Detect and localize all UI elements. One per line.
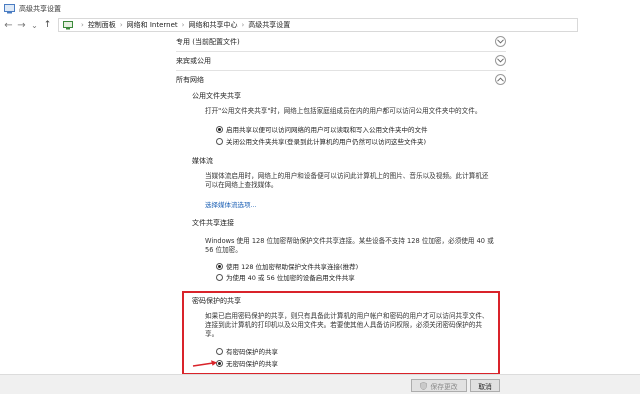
profile-guest-public[interactable]: 来宾或公用 xyxy=(176,52,506,69)
radio-button[interactable] xyxy=(216,273,223,281)
back-button[interactable]: ← xyxy=(2,18,15,32)
breadcrumb-control-panel[interactable]: 控制面板 xyxy=(88,20,116,30)
address-bar[interactable]: › 控制面板 › 网络和 Internet › 网络和共享中心 › 高级共享设置 xyxy=(58,18,578,32)
up-button[interactable]: ↑ xyxy=(41,18,54,32)
public-folder-off-option[interactable]: 关闭公用文件夹共享(登录到此计算机的用户仍然可以访问这些文件夹) xyxy=(216,136,426,146)
chevron-down-icon[interactable] xyxy=(495,36,506,47)
navigation-bar: ← → ⌄ ↑ › 控制面板 › 网络和 Internet › 网络和共享中心 … xyxy=(0,16,640,34)
encrypt-128-label[interactable]: 使用 128 位加密帮助保护文件共享连接(推荐) xyxy=(226,261,358,271)
profile-all-networks[interactable]: 所有网络 xyxy=(176,71,506,88)
encrypt-40-56-option[interactable]: 为使用 40 或 56 位加密的设备启用文件共享 xyxy=(216,272,355,282)
public-folder-title: 公用文件夹共享 xyxy=(192,92,241,100)
chevron-right-icon: › xyxy=(119,21,123,29)
radio-button[interactable] xyxy=(216,137,223,145)
public-folder-on-option[interactable]: 启用共享以便可以访问网络的用户可以读取和写入公用文件夹中的文件 xyxy=(216,124,428,134)
media-options-link[interactable]: 选择媒体流选项... xyxy=(205,199,257,209)
window-title: 高级共享设置 xyxy=(19,5,61,13)
chevron-right-icon: › xyxy=(181,21,185,29)
recent-locations-dropdown[interactable]: ⌄ xyxy=(28,18,41,32)
cancel-button[interactable]: 取消 xyxy=(470,379,500,392)
public-folder-off-label[interactable]: 关闭公用文件夹共享(登录到此计算机的用户仍然可以访问这些文件夹) xyxy=(226,136,426,146)
password-desc-line1: 如果已启用密码保护的共享，则只有具备此计算机的用户帐户和密码的用户才可以访问共享… xyxy=(205,312,489,320)
save-changes-label: 保存更改 xyxy=(430,382,458,391)
encrypt-128-option[interactable]: 使用 128 位加密帮助保护文件共享连接(推荐) xyxy=(216,261,358,271)
network-icon xyxy=(63,20,73,29)
encrypt-40-56-label[interactable]: 为使用 40 或 56 位加密的设备启用文件共享 xyxy=(226,272,355,282)
file-sharing-desc-line1: Windows 使用 128 位加密帮助保护文件共享连接。某些设备不支持 128… xyxy=(205,237,494,245)
breadcrumb-network-internet[interactable]: 网络和 Internet xyxy=(127,20,178,30)
password-on-option[interactable]: 有密码保护的共享 xyxy=(216,346,278,356)
profile-private[interactable]: 专用 (当前配置文件) xyxy=(176,33,506,50)
breadcrumb-advanced-sharing[interactable]: 高级共享设置 xyxy=(248,20,290,30)
red-arrow-icon xyxy=(192,360,217,367)
footer-bar: 保存更改 取消 xyxy=(0,374,640,394)
network-icon xyxy=(4,4,15,14)
media-desc-line2: 可以在网络上查找媒体。 xyxy=(205,181,278,189)
media-title: 媒体流 xyxy=(192,157,213,165)
radio-button-selected[interactable] xyxy=(216,125,223,133)
media-desc-line1: 当媒体流启用时，网络上的用户和设备便可以访问此计算机上的图片、音乐以及视频。此计… xyxy=(205,172,489,180)
profile-guest-label: 来宾或公用 xyxy=(176,56,211,65)
public-folder-desc: 打开"公用文件夹共享"时，网络上包括家庭组成员在内的用户都可以访问公用文件夹中的… xyxy=(205,107,482,115)
shield-icon xyxy=(420,381,428,390)
password-desc-line2: 连接到此计算机的打印机以及公用文件夹。若要使其他人具备访问权限，必须关闭密码保护… xyxy=(205,321,482,329)
breadcrumb-network-center[interactable]: 网络和共享中心 xyxy=(188,20,237,30)
password-on-label[interactable]: 有密码保护的共享 xyxy=(226,346,278,356)
password-off-option[interactable]: 无密码保护的共享 xyxy=(216,358,278,368)
chevron-right-icon: › xyxy=(81,21,84,29)
chevron-right-icon: › xyxy=(241,21,245,29)
public-folder-on-label[interactable]: 启用共享以便可以访问网络的用户可以读取和写入公用文件夹中的文件 xyxy=(226,124,428,134)
file-sharing-desc-line2: 56 位加密。 xyxy=(205,246,242,254)
profile-private-label: 专用 (当前配置文件) xyxy=(176,37,240,46)
file-sharing-title: 文件共享连接 xyxy=(192,219,234,227)
chevron-up-icon[interactable] xyxy=(495,74,506,85)
radio-button-selected[interactable] xyxy=(216,262,223,270)
chevron-down-icon[interactable] xyxy=(495,55,506,66)
profile-all-label: 所有网络 xyxy=(176,75,204,84)
password-off-label[interactable]: 无密码保护的共享 xyxy=(226,358,278,368)
forward-button[interactable]: → xyxy=(15,18,28,32)
save-changes-button[interactable]: 保存更改 xyxy=(411,379,467,392)
password-desc-line3: 享。 xyxy=(205,330,219,338)
password-title: 密码保护的共享 xyxy=(192,297,241,305)
radio-button[interactable] xyxy=(216,347,223,355)
